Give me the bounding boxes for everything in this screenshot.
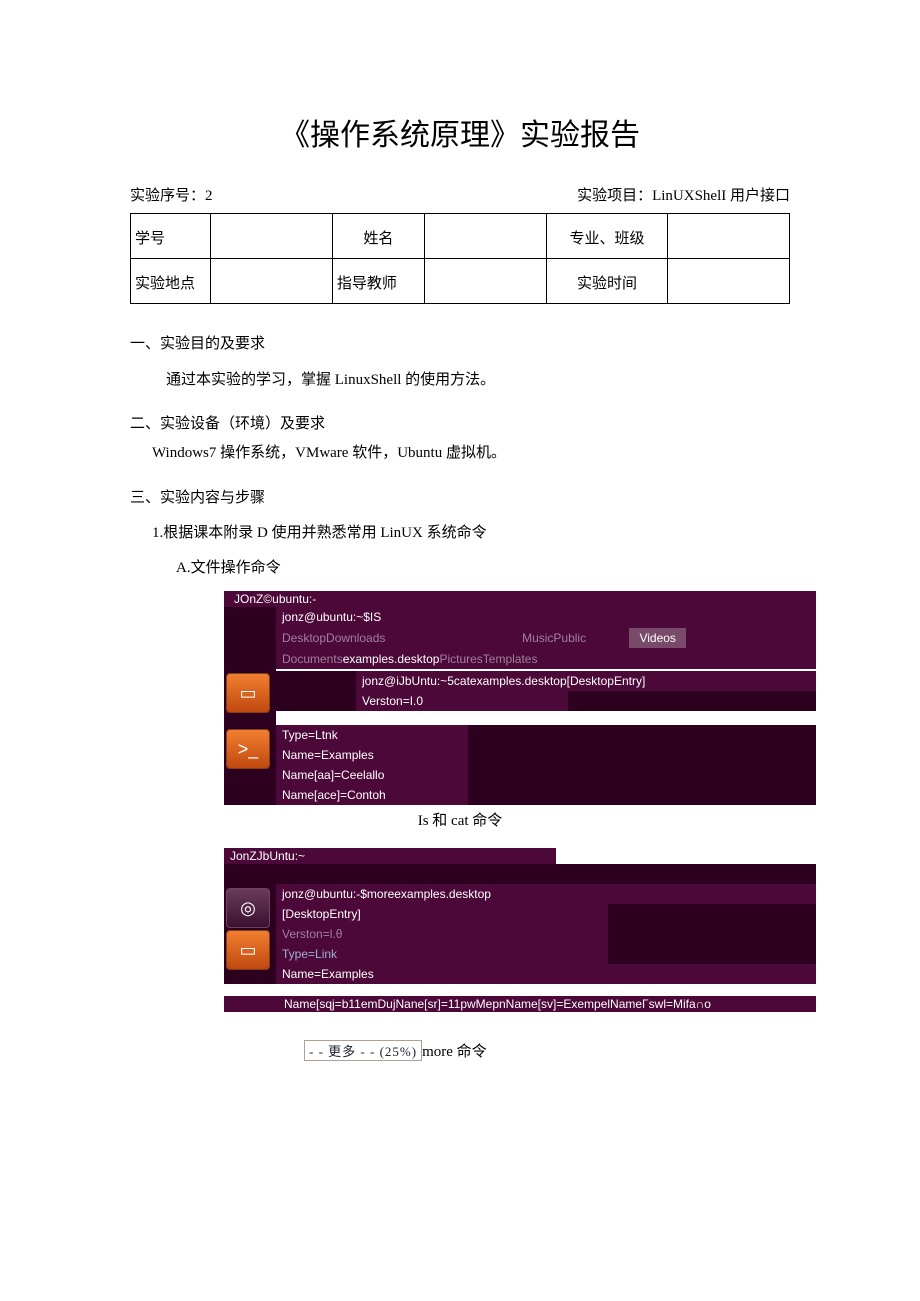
cell-student-id-label: 学号 xyxy=(131,214,211,259)
project-label: 实验项目：LinUXShelI 用户接口 xyxy=(577,184,790,205)
terminal-text: DesktopDownloads xyxy=(282,631,385,645)
launcher-ubuntu-icon: ◎ xyxy=(226,888,270,928)
info-table: 学号 姓名 专业、班级 实验地点 指导教师 实验时间 xyxy=(130,213,790,304)
more-caption: - - 更多 - - (25%)more 命令 xyxy=(304,1040,790,1061)
terminal-line: Type=Ltnk xyxy=(276,725,468,745)
terminal-text: Videos xyxy=(629,628,685,648)
terminal-line: jonz@ubuntu:~$IS xyxy=(276,607,816,627)
cell-location-value xyxy=(211,259,333,304)
cell-student-id-value xyxy=(211,214,333,259)
terminal-text: examples.desktop xyxy=(343,652,440,666)
terminal-text: Documents xyxy=(282,652,343,666)
meta-row: 实验序号：2 实验项目：LinUXShelI 用户接口 xyxy=(130,184,790,205)
terminal-line: jonz@iJbUntu:~5catexamples.desktop[Deskt… xyxy=(356,671,816,691)
terminal-line: Name[ace]=Contoh xyxy=(276,785,468,805)
seq-label: 实验序号：2 xyxy=(130,184,213,205)
terminal-line: Name=Examples xyxy=(276,745,468,765)
terminal-screenshot-1: JOnZ©ubuntu:- jonz@ubuntu:~$IS DesktopDo… xyxy=(224,591,816,805)
cell-name-value xyxy=(424,214,546,259)
section-1-body: 通过本实验的学习，掌握 LinuxShell 的使用方法。 xyxy=(166,367,790,394)
page-title: 《操作系统原理》实验报告 xyxy=(130,110,790,154)
step-3-A: A.文件操作命令 xyxy=(176,556,790,577)
cell-major-label: 专业、班级 xyxy=(546,214,668,259)
cell-teacher-value xyxy=(424,259,546,304)
section-2-heading: 二、实验设备（环境）及要求 xyxy=(130,412,790,433)
terminal-line: Name=Examples xyxy=(276,964,816,984)
section-1-heading: 一、实验目的及要求 xyxy=(130,332,790,353)
terminal-line: Type=Link xyxy=(276,944,608,964)
cell-time-value xyxy=(668,259,790,304)
terminal-title: JonZJbUntu:~ xyxy=(224,848,556,864)
terminal-line: Documentsexamples.desktopPicturesTemplat… xyxy=(276,649,816,669)
cell-location-label: 实验地点 xyxy=(131,259,211,304)
step-3-1: 1.根据课本附录 D 使用并熟悉常用 LinUX 系统命令 xyxy=(152,521,790,542)
section-3-heading: 三、实验内容与步骤 xyxy=(130,486,790,507)
terminal-line: DesktopDownloads MusicPublic Videos xyxy=(276,627,816,649)
more-caption-text: more 命令 xyxy=(422,1044,487,1060)
cell-name-label: 姓名 xyxy=(332,214,424,259)
terminal-line: jonz@ubuntu:-$moreexamples.desktop xyxy=(276,884,816,904)
terminal-text: PicturesTemplates xyxy=(439,652,537,666)
launcher-files-icon: ▭ xyxy=(226,930,270,970)
more-progress-badge: - - 更多 - - (25%) xyxy=(304,1040,422,1061)
terminal-line: Name[sqj=b11emDujNane[sr]=11pwMepnName[s… xyxy=(224,996,816,1012)
terminal-line: Verston=l.θ xyxy=(276,924,608,944)
launcher-terminal-icon: >_ xyxy=(226,729,270,769)
terminal-line: Verston=I.0 xyxy=(356,691,568,711)
terminal-screenshot-2: JonZJbUntu:~ ◎ ▭ jonz@ubuntu:-$moreexamp… xyxy=(224,848,816,1012)
caption-ls-cat: Is 和 cat 命令 xyxy=(130,809,790,830)
terminal-title: JOnZ©ubuntu:- xyxy=(224,591,816,607)
terminal-line: Name[aa]=Ceelallo xyxy=(276,765,468,785)
table-row: 实验地点 指导教师 实验时间 xyxy=(131,259,790,304)
cell-teacher-label: 指导教师 xyxy=(332,259,424,304)
launcher-files-icon: ▭ xyxy=(226,673,270,713)
terminal-text: MusicPublic xyxy=(522,631,586,645)
cell-major-value xyxy=(668,214,790,259)
terminal-line: [DesktopEntry] xyxy=(276,904,608,924)
cell-time-label: 实验时间 xyxy=(546,259,668,304)
section-2-body: Windows7 操作系统，VMware 软件，Ubuntu 虚拟机。 xyxy=(152,441,790,462)
table-row: 学号 姓名 专业、班级 xyxy=(131,214,790,259)
